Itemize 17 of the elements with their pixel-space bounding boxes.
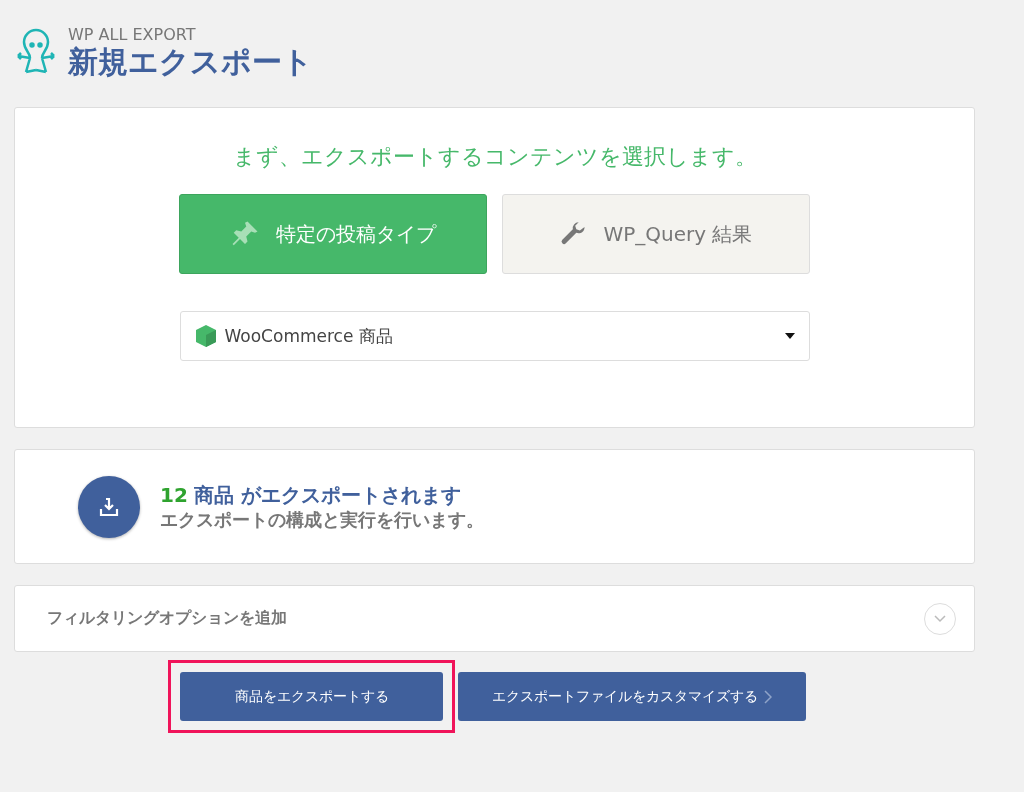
filter-panel[interactable]: フィルタリングオプションを追加: [14, 585, 975, 652]
export-summary: 商品 がエクスポートされます: [193, 481, 461, 508]
export-type-button[interactable]: WP_Query 結果: [502, 194, 810, 274]
post-type-select[interactable]: WooCommerce 商品: [179, 311, 810, 361]
chevron-right-icon: [764, 689, 772, 704]
card-heading: まず、エクスポートするコンテンツを選択します。: [232, 143, 757, 171]
summary-subtitle: エクスポートの構成と実行を行います。: [160, 507, 484, 532]
customize-button[interactable]: エクスポートファイルをカスタマイズする: [458, 672, 806, 721]
download-tray-icon: [78, 475, 140, 538]
expand-chevron-icon[interactable]: [924, 602, 956, 635]
dropdown-caret-icon: [784, 333, 795, 339]
page-title: 新規エクスポート: [68, 44, 313, 80]
product-count: 12: [160, 481, 188, 508]
brand-name: WP ALL EXPORT: [68, 26, 197, 44]
export-button[interactable]: 商品をエクスポートする: [180, 672, 443, 721]
filter-label: フィルタリングオプションを追加: [47, 608, 287, 629]
cube-icon: [194, 324, 217, 348]
